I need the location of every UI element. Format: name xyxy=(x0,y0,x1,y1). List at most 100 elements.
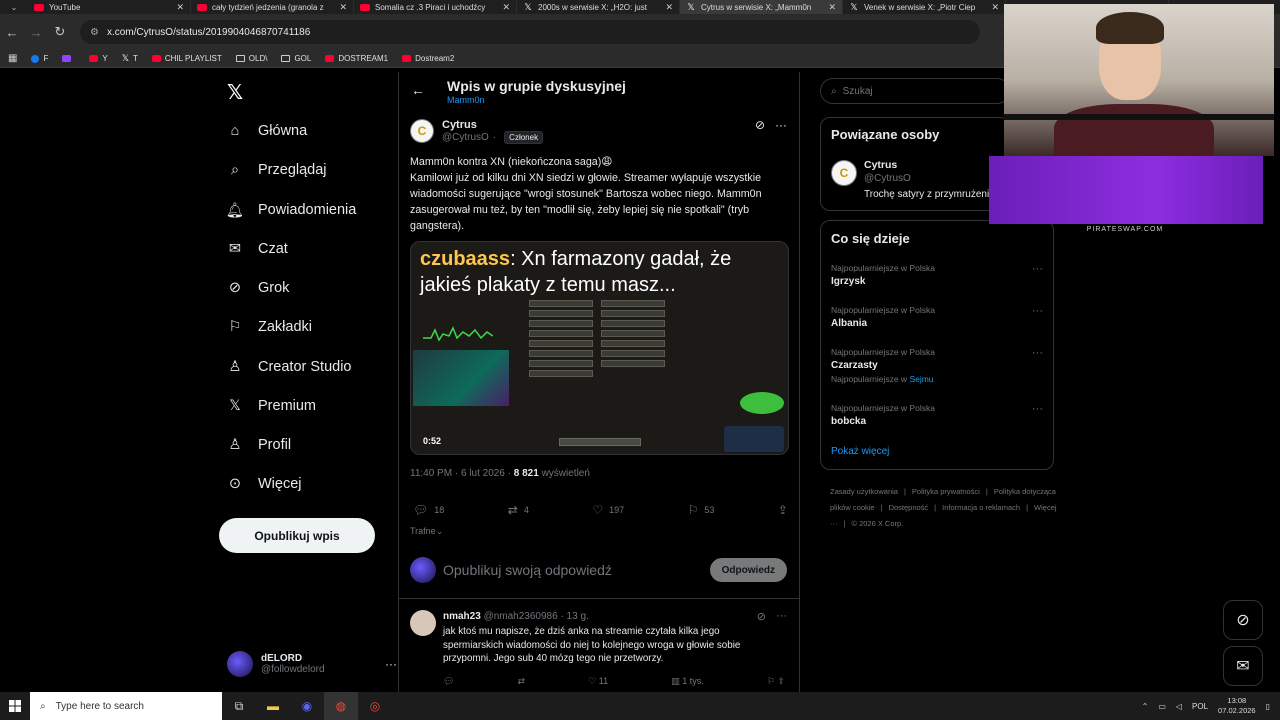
browser-tab[interactable]: Somalia cz .3 Piraci i uchodźcy ✕ xyxy=(354,0,517,14)
avatar[interactable]: C xyxy=(831,160,857,186)
show-more-link[interactable]: Pokaż więcej xyxy=(831,446,889,457)
sidebar-item-czat[interactable]: ✉ Czat xyxy=(226,240,288,258)
sort-dropdown[interactable]: Trafne⌄ xyxy=(410,526,443,537)
discord-icon[interactable]: ◉ xyxy=(290,692,324,720)
avatar[interactable]: C xyxy=(410,119,434,143)
more-dots-icon[interactable]: ··· xyxy=(1032,263,1043,275)
browser-tab[interactable]: 𝕏 Cytrus w serwisie X: „Mamm0n ✕ xyxy=(680,0,843,14)
sidebar-item-więcej[interactable]: ⊙ Więcej xyxy=(226,475,302,493)
back-arrow-icon[interactable]: ← xyxy=(0,25,24,40)
footer-link[interactable]: Dostępność xyxy=(889,503,929,512)
reply-submit-button[interactable]: Odpowiedz xyxy=(709,558,787,582)
related-name[interactable]: Cytrus xyxy=(864,159,897,171)
volume-icon[interactable]: ◁ xyxy=(1176,702,1182,711)
task-view-icon[interactable]: ⧉ xyxy=(222,692,256,720)
bookmark-item[interactable]: Y xyxy=(89,53,108,64)
trend-item[interactable]: Najpopularniejsze w Polska Czarzasty Najpo… xyxy=(831,347,1045,384)
taskbar-search[interactable]: ⌕ Type here to search xyxy=(30,692,222,720)
views-button[interactable]: ▥ 1 tys. xyxy=(671,676,704,687)
grok-fab-icon[interactable]: ⊘ xyxy=(1223,600,1263,640)
close-icon[interactable]: ✕ xyxy=(991,2,999,13)
sidebar-item-przeglądaj[interactable]: ⌕ Przeglądaj xyxy=(226,161,327,179)
author-name[interactable]: Cytrus xyxy=(442,119,543,131)
browser-tab[interactable]: 𝕏 Venek w serwisie X: „Piotr Ciep ✕ xyxy=(843,0,1006,14)
sidebar-item-zakładki[interactable]: ⚐ Zakładki xyxy=(226,318,313,336)
close-icon[interactable]: ✕ xyxy=(176,2,184,13)
tray-chevron-icon[interactable]: ⌃ xyxy=(1142,702,1149,711)
chrome-icon[interactable]: ◍ xyxy=(324,692,358,720)
bookmark-item[interactable]: F xyxy=(31,53,48,64)
bookmark-item[interactable]: CHIL PLAYLIST xyxy=(151,53,222,64)
browser-tab[interactable]: 𝕏 2000s w serwisie X: „H2O: just ✕ xyxy=(517,0,680,14)
repost-icon[interactable]: ⇄ xyxy=(518,676,526,687)
community-link[interactable]: Mamm0n xyxy=(447,95,485,105)
more-dots-icon[interactable]: ··· xyxy=(385,657,397,671)
avatar[interactable] xyxy=(410,610,436,636)
windows-start-icon[interactable] xyxy=(0,700,30,712)
sidebar-item-powiadomienia[interactable]: 🔔︎ Powiadomienia xyxy=(226,201,357,219)
grok-icon[interactable]: ⊘ xyxy=(755,118,765,132)
footer-link[interactable]: Polityka prywatności xyxy=(912,487,980,496)
video-player[interactable]: czubaass: Xn farmazony gadał, że jakieś … xyxy=(410,241,789,455)
close-icon[interactable]: ✕ xyxy=(665,2,673,13)
bookmark-item[interactable]: DOSTREAM1 xyxy=(325,53,388,64)
close-icon[interactable]: ✕ xyxy=(828,2,836,13)
footer-link[interactable]: Informacja o reklamach xyxy=(942,503,1020,512)
footer-link[interactable]: Zasady użytkowania xyxy=(830,487,898,496)
network-icon[interactable]: ▭ xyxy=(1158,702,1166,711)
notifications-icon[interactable]: ▯ xyxy=(1266,702,1270,711)
trend-item[interactable]: Najpopularniejsze w Polska Albania ··· xyxy=(831,305,1045,329)
sidebar-item-creator-studio[interactable]: ♙ Creator Studio xyxy=(226,358,352,376)
reload-icon[interactable]: ↻ xyxy=(48,24,72,40)
more-dots-icon[interactable]: ··· xyxy=(1032,305,1043,317)
close-icon[interactable]: ✕ xyxy=(502,2,510,13)
author-handle[interactable]: @CytrusO xyxy=(442,132,489,143)
file-explorer-icon[interactable]: ▬ xyxy=(256,692,290,720)
bookmark-button[interactable]: ⚐ 53 xyxy=(688,503,715,517)
sidebar-item-premium[interactable]: 𝕏 Premium xyxy=(226,397,316,415)
site-info-icon[interactable]: ⚙ xyxy=(90,27,99,38)
apps-grid-icon[interactable]: ▦ xyxy=(8,53,17,64)
language-indicator[interactable]: POL xyxy=(1192,702,1208,711)
post-time[interactable]: 11:40 PM · 6 lut 2026 · xyxy=(410,468,514,479)
obs-icon[interactable]: ◎ xyxy=(358,692,392,720)
reply-icon[interactable]: 💬︎ xyxy=(443,676,454,687)
more-dots-icon[interactable]: ··· xyxy=(775,118,787,132)
more-dots-icon[interactable]: ··· xyxy=(776,610,787,623)
bookmark-item[interactable] xyxy=(62,53,75,64)
post-button[interactable]: Opublikuj wpis xyxy=(219,518,375,553)
trend-item[interactable]: Najpopularniejsze w Polska bobcka ··· xyxy=(831,403,1045,427)
repost-button[interactable]: ⇄ 4 xyxy=(508,503,529,517)
browser-tab[interactable]: YouTube ✕ xyxy=(28,0,191,14)
account-switcher[interactable]: dELORD @followdelord ··· xyxy=(227,646,397,682)
tab-search-icon[interactable]: ⌄ xyxy=(0,0,28,14)
sidebar-item-główna[interactable]: ⌂ Główna xyxy=(226,122,308,140)
forward-arrow-icon[interactable]: → xyxy=(24,25,48,40)
like-button[interactable]: ♡ 11 xyxy=(588,676,608,687)
trend-extra-link[interactable]: Sejmu xyxy=(909,374,933,384)
search-input[interactable]: ⌕ Szukaj xyxy=(820,78,1010,104)
x-logo-icon[interactable]: 𝕏 xyxy=(227,80,243,105)
trend-item[interactable]: Najpopularniejsze w Polska Igrzysk ··· xyxy=(831,263,1045,287)
share-button[interactable]: ⇪ xyxy=(778,503,788,517)
bookmark-item[interactable]: OLD\ xyxy=(235,53,267,64)
bookmark-item[interactable]: Dostream2 xyxy=(402,53,454,64)
comment-handle[interactable]: @nmah2360986 · 13 g. xyxy=(484,611,589,622)
clock[interactable]: 13:08 07.02.2026 xyxy=(1218,696,1256,716)
url-field[interactable]: ⚙ x.com/CytrusO/status/20199040468707411… xyxy=(80,20,980,44)
browser-tab[interactable]: cały tydzień jedzenia (granola z ✕ xyxy=(191,0,354,14)
grok-icon[interactable]: ⊘ xyxy=(757,610,766,623)
bookmark-item[interactable]: 𝕏T xyxy=(122,53,138,64)
like-button[interactable]: ♡ 197 xyxy=(592,503,624,517)
back-arrow-icon[interactable]: ← xyxy=(411,82,425,98)
related-handle[interactable]: @CytrusO xyxy=(864,173,911,184)
reply-input[interactable]: Opublikuj swoją odpowiedź xyxy=(443,562,612,578)
close-icon[interactable]: ✕ xyxy=(339,2,347,13)
comment-author-name[interactable]: nmah23 xyxy=(443,611,481,622)
bookmark-item[interactable]: GOL xyxy=(281,53,311,64)
sidebar-item-grok[interactable]: ⊘ Grok xyxy=(226,279,290,297)
messages-fab-icon[interactable]: ✉ xyxy=(1223,646,1263,686)
more-dots-icon[interactable]: ··· xyxy=(1032,347,1043,359)
reply-button[interactable]: 💬︎ 18 xyxy=(413,503,444,517)
bookmark-icon[interactable]: ⚐ ⇪ xyxy=(767,676,785,687)
